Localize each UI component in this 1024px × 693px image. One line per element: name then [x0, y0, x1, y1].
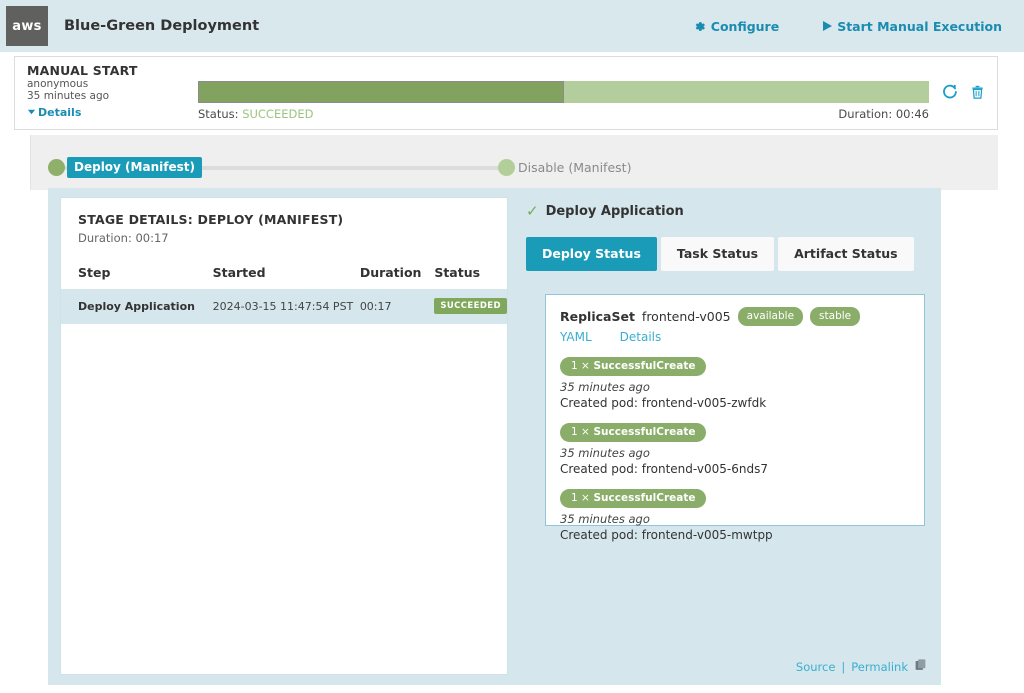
tab-deploy-status[interactable]: Deploy Status	[526, 237, 657, 271]
pipeline-stage-graph: Deploy (Manifest) Disable (Manifest)	[30, 135, 998, 190]
event-message: Created pod: frontend-v005-6nds7	[560, 462, 910, 476]
execution-duration: Duration: 00:46	[838, 107, 929, 121]
execution-summary-card: MANUAL START anonymous 35 minutes ago De…	[14, 56, 998, 130]
deploy-application-header: ✓ Deploy Application	[526, 204, 684, 219]
check-icon: ✓	[526, 205, 539, 218]
execution-user: anonymous	[27, 78, 207, 90]
execution-status-prefix: Status:	[198, 107, 239, 121]
event-count: 1 ×	[571, 492, 590, 504]
progress-bar-fill	[198, 81, 564, 103]
stage-details-duration: Duration: 00:17	[78, 231, 507, 245]
event-message: Created pod: frontend-v005-mwtpp	[560, 528, 910, 542]
execution-actions	[941, 83, 985, 103]
status-badge: SUCCEEDED	[434, 298, 507, 314]
event-count: 1 ×	[571, 426, 590, 438]
event-time: 35 minutes ago	[560, 380, 910, 394]
progress-meta: Status: SUCCEEDED Duration: 00:46	[198, 107, 929, 121]
table-header-row: Step Started Duration Status	[61, 261, 507, 289]
event-reason: SuccessfulCreate	[593, 426, 695, 438]
yaml-link[interactable]: YAML	[560, 330, 592, 344]
execution-meta: MANUAL START anonymous 35 minutes ago De…	[27, 63, 207, 119]
event-time: 35 minutes ago	[560, 512, 910, 526]
refresh-icon[interactable]	[941, 83, 958, 103]
steps-table: Step Started Duration Status Deploy Appl…	[61, 261, 507, 324]
cell-duration: 00:17	[360, 289, 435, 324]
tab-task-status[interactable]: Task Status	[661, 237, 774, 271]
stage-node-deploy[interactable]	[48, 159, 65, 176]
execution-status-value: SUCCEEDED	[242, 107, 313, 121]
event-item: 1 × SuccessfulCreate 35 minutes ago Crea…	[560, 357, 910, 410]
stage-details-title: STAGE DETAILS: DEPLOY (MANIFEST)	[78, 212, 507, 227]
trash-icon[interactable]	[970, 84, 985, 103]
stage-node-disable[interactable]	[498, 159, 515, 176]
configure-label: Configure	[711, 19, 779, 34]
tab-artifact-status[interactable]: Artifact Status	[778, 237, 913, 271]
execution-status: Status: SUCCEEDED	[198, 107, 313, 121]
configure-button[interactable]: Configure	[693, 19, 779, 34]
execution-trigger-title: MANUAL START	[27, 63, 207, 78]
event-reason: SuccessfulCreate	[593, 360, 695, 372]
aws-logo[interactable]: aws	[6, 6, 48, 46]
execution-details-toggle[interactable]: Details	[27, 106, 207, 119]
execution-timestamp: 35 minutes ago	[27, 90, 207, 102]
cell-status: SUCCEEDED	[434, 289, 507, 324]
source-link[interactable]: Source	[796, 660, 836, 674]
topbar-actions: Configure Start Manual Execution	[693, 19, 1024, 34]
column-header-status: Status	[434, 261, 507, 289]
stage-label-disable[interactable]: Disable (Manifest)	[518, 160, 631, 175]
event-count: 1 ×	[571, 360, 590, 372]
start-manual-execution-label: Start Manual Execution	[837, 19, 1002, 34]
event-item: 1 × SuccessfulCreate 35 minutes ago Crea…	[560, 423, 910, 476]
clipboard-icon[interactable]	[914, 658, 927, 675]
start-manual-execution-button[interactable]: Start Manual Execution	[823, 19, 1002, 34]
stage-details-card: STAGE DETAILS: DEPLOY (MANIFEST) Duratio…	[60, 197, 508, 675]
replicaset-links: YAML Details	[560, 330, 910, 344]
panel-footer: Source | Permalink	[796, 658, 927, 675]
details-link[interactable]: Details	[620, 330, 662, 344]
replicaset-card: ReplicaSet frontend-v005 available stabl…	[545, 294, 925, 526]
permalink-link[interactable]: Permalink	[851, 660, 908, 674]
replicaset-name: frontend-v005	[642, 309, 731, 324]
table-row[interactable]: Deploy Application 2024-03-15 11:47:54 P…	[61, 289, 507, 324]
footer-separator: |	[841, 660, 845, 674]
progress-bar-track	[198, 81, 929, 103]
stage-details-panel: STAGE DETAILS: DEPLOY (MANIFEST) Duratio…	[48, 188, 941, 685]
event-badge: 1 × SuccessfulCreate	[560, 423, 706, 442]
replicaset-kind: ReplicaSet	[560, 309, 635, 324]
event-badge: 1 × SuccessfulCreate	[560, 489, 706, 508]
gear-icon	[693, 20, 706, 33]
cell-step: Deploy Application	[61, 289, 213, 324]
execution-progress: Status: SUCCEEDED Duration: 00:46	[198, 81, 943, 121]
column-header-step: Step	[61, 261, 213, 289]
event-reason: SuccessfulCreate	[593, 492, 695, 504]
play-icon	[823, 21, 832, 31]
deploy-status-tabs: Deploy Status Task Status Artifact Statu…	[526, 237, 914, 271]
replicaset-pill-available: available	[738, 307, 803, 326]
column-header-duration: Duration	[360, 261, 435, 289]
event-item: 1 × SuccessfulCreate 35 minutes ago Crea…	[560, 489, 910, 542]
event-time: 35 minutes ago	[560, 446, 910, 460]
chevron-down-icon	[27, 106, 36, 119]
replicaset-title-line: ReplicaSet frontend-v005 available stabl…	[560, 307, 910, 326]
replicaset-pill-stable: stable	[810, 307, 860, 326]
deploy-application-label: Deploy Application	[546, 204, 684, 219]
execution-details-label: Details	[38, 106, 81, 119]
stage-label-deploy[interactable]: Deploy (Manifest)	[67, 157, 202, 178]
event-message: Created pod: frontend-v005-zwfdk	[560, 396, 910, 410]
event-badge: 1 × SuccessfulCreate	[560, 357, 706, 376]
top-navigation-bar: aws Blue-Green Deployment Configure Star…	[0, 0, 1024, 52]
column-header-started: Started	[213, 261, 360, 289]
page-title: Blue-Green Deployment	[64, 18, 259, 34]
cell-started: 2024-03-15 11:47:54 PST	[213, 289, 360, 324]
